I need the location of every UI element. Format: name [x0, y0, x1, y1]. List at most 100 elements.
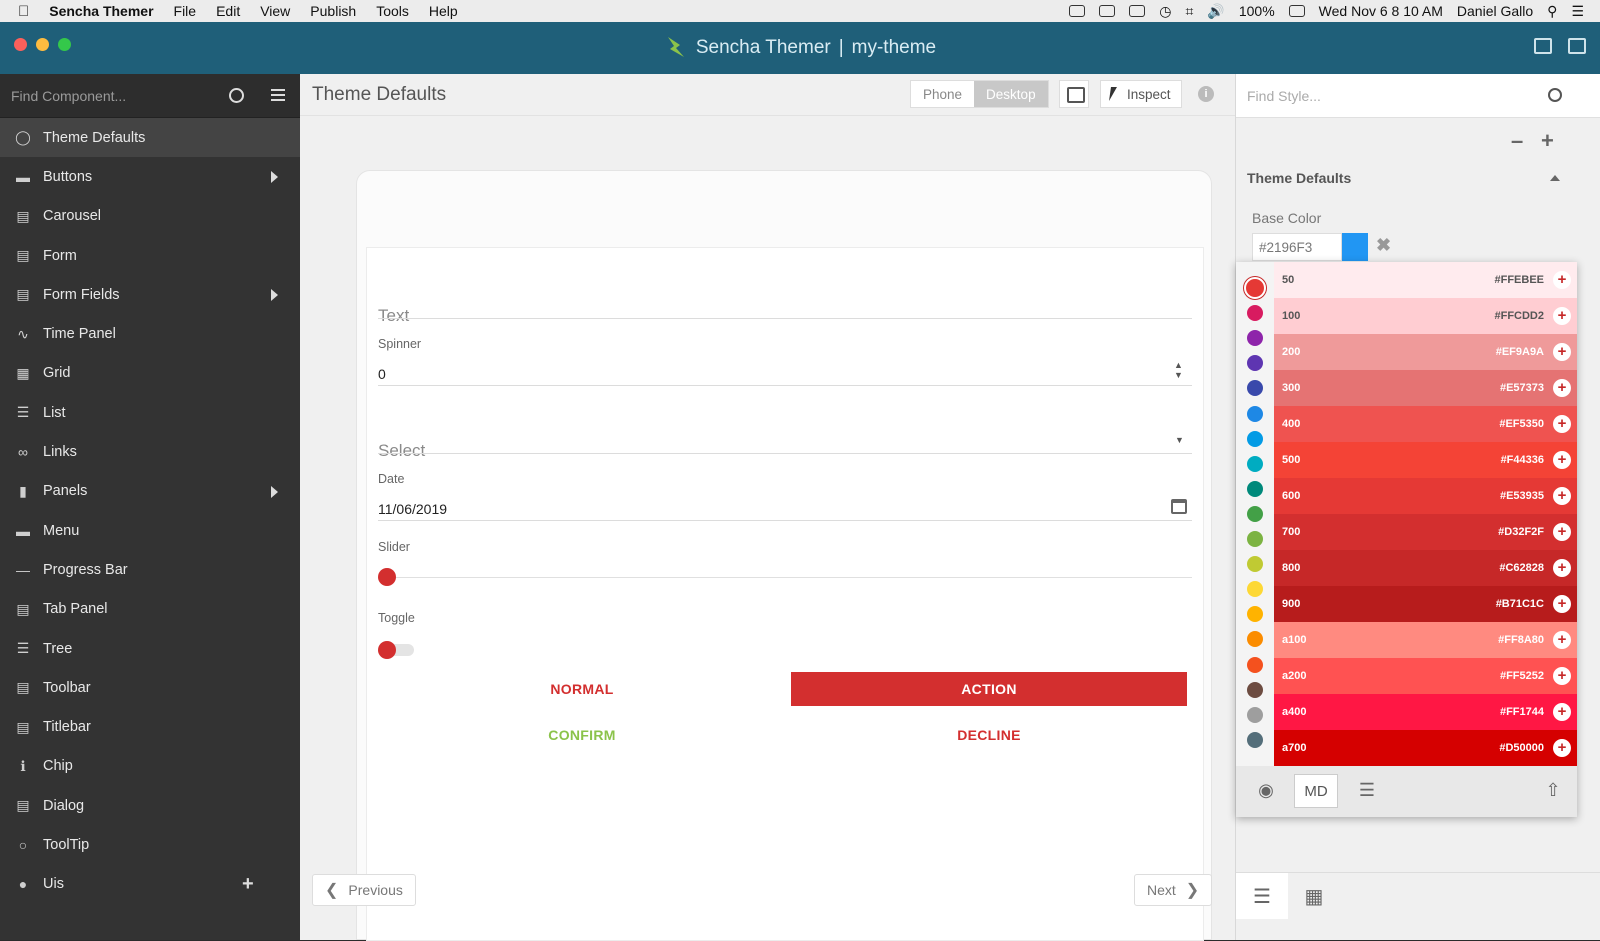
chevron-down-icon[interactable]: ▼ — [1175, 435, 1184, 445]
color-family-swatch[interactable] — [1247, 330, 1263, 347]
expand-arrow-icon[interactable] — [271, 289, 278, 302]
info-icon[interactable]: i — [1198, 86, 1214, 102]
status-icon[interactable] — [1099, 5, 1116, 17]
menu-tools[interactable]: Tools — [376, 3, 409, 19]
film-icon[interactable] — [1534, 38, 1552, 54]
expand-arrow-icon[interactable] — [271, 485, 278, 498]
add-shade-icon[interactable]: + — [1553, 343, 1571, 361]
color-family-swatch[interactable] — [1247, 305, 1263, 322]
sidebar-item-carousel[interactable]: ▤ Carousel — [0, 197, 300, 236]
calendar-icon[interactable] — [1171, 499, 1187, 514]
color-family-swatch[interactable] — [1247, 505, 1263, 522]
status-icon[interactable] — [1129, 5, 1146, 17]
add-shade-icon[interactable]: + — [1553, 667, 1571, 685]
menu-help[interactable]: Help — [429, 3, 458, 19]
battery-icon[interactable] — [1288, 5, 1305, 17]
sidebar-item-list[interactable]: ☰ List — [0, 393, 300, 432]
color-family-swatch[interactable] — [1247, 581, 1263, 598]
sidebar-item-buttons[interactable]: ▬ Buttons — [0, 157, 300, 196]
add-shade-icon[interactable]: + — [1553, 415, 1571, 433]
shade-row[interactable]: 500 #F44336 + — [1274, 442, 1577, 478]
sidebar-item-time-panel[interactable]: ∿ Time Panel — [0, 314, 300, 353]
shade-row[interactable]: 800 #C62828 + — [1274, 550, 1577, 586]
shade-row[interactable]: 600 #E53935 + — [1274, 478, 1577, 514]
shade-row[interactable]: 100 #FFCDD2 + — [1274, 298, 1577, 334]
search-icon[interactable] — [1548, 88, 1562, 102]
search-icon[interactable] — [229, 88, 244, 103]
color-family-swatch[interactable] — [1247, 405, 1263, 422]
color-family-swatch[interactable] — [1247, 631, 1263, 648]
color-family-swatch[interactable] — [1247, 681, 1263, 698]
app-menu[interactable]: Sencha Themer — [49, 3, 153, 19]
next-button[interactable]: Next ❯ — [1134, 874, 1213, 906]
material-design-button[interactable]: MD — [1294, 774, 1338, 808]
sidebar-item-progress-bar[interactable]: — Progress Bar — [0, 550, 300, 589]
style-search-input[interactable] — [1247, 87, 1547, 104]
clock[interactable]: Wed Nov 6 8 10 AM — [1319, 3, 1443, 19]
hamburger-menu-icon[interactable] — [271, 89, 285, 101]
add-shade-icon[interactable]: + — [1553, 559, 1571, 577]
collapse-all-icon[interactable]: – — [1511, 128, 1523, 154]
sidebar-item-uis[interactable]: ● Uis + — [0, 865, 300, 904]
date-input[interactable]: 11/06/2019 — [378, 501, 447, 517]
desktop-view-button[interactable]: Desktop — [974, 81, 1048, 107]
shade-row[interactable]: 200 #EF9A9A + — [1274, 334, 1577, 370]
color-family-swatch[interactable] — [1247, 430, 1263, 447]
color-family-swatch[interactable] — [1247, 731, 1263, 748]
shade-row[interactable]: 400 #EF5350 + — [1274, 406, 1577, 442]
expand-all-icon[interactable]: + — [1541, 128, 1554, 154]
shade-row[interactable]: 50 #FFEBEE + — [1274, 262, 1577, 298]
expand-arrow-icon[interactable] — [271, 171, 278, 184]
add-shade-icon[interactable]: + — [1553, 739, 1571, 757]
add-shade-icon[interactable]: + — [1553, 595, 1571, 613]
menu-view[interactable]: View — [260, 3, 290, 19]
normal-button[interactable]: NORMAL — [378, 672, 786, 706]
menu-edit[interactable]: Edit — [216, 3, 240, 19]
shade-row[interactable]: a700 #D50000 + — [1274, 730, 1577, 766]
sidebar-item-chip[interactable]: ℹ Chip — [0, 747, 300, 786]
base-color-swatch[interactable] — [1342, 233, 1368, 261]
sliders-icon[interactable]: ☰ — [1357, 781, 1377, 799]
shade-row[interactable]: 900 #B71C1C + — [1274, 586, 1577, 622]
zoom-window-button[interactable] — [58, 38, 71, 51]
color-family-swatch[interactable] — [1247, 606, 1263, 623]
sidebar-item-form-fields[interactable]: ▤ Form Fields — [0, 275, 300, 314]
color-family-swatch[interactable] — [1247, 656, 1263, 673]
shade-row[interactable]: 700 #D32F2F + — [1274, 514, 1577, 550]
sidebar-item-dialog[interactable]: ▤ Dialog — [0, 786, 300, 825]
time-machine-icon[interactable]: ◷ — [1159, 3, 1171, 20]
rotate-device-icon[interactable] — [1059, 80, 1089, 108]
shade-row[interactable]: a200 #FF5252 + — [1274, 658, 1577, 694]
apple-menu-icon[interactable]:  — [18, 3, 29, 20]
slider-thumb[interactable] — [378, 568, 396, 586]
sidebar-item-grid[interactable]: ▦ Grid — [0, 354, 300, 393]
sidebar-item-tab-panel[interactable]: ▤ Tab Panel — [0, 590, 300, 629]
component-search-input[interactable] — [11, 87, 211, 104]
spotlight-icon[interactable]: ⚲ — [1547, 3, 1557, 20]
menu-file[interactable]: File — [174, 3, 197, 19]
add-shade-icon[interactable]: + — [1553, 523, 1571, 541]
sidebar-item-tooltip[interactable]: ○ ToolTip — [0, 825, 300, 864]
clear-color-icon[interactable]: ✖ — [1376, 235, 1391, 256]
spinner-arrows-icon[interactable]: ▲ ▼ — [1174, 360, 1183, 380]
text-field[interactable]: Text — [378, 306, 409, 326]
select-field[interactable]: Select — [378, 441, 425, 461]
spinner-input[interactable]: 0 — [378, 366, 386, 382]
base-color-input[interactable] — [1252, 233, 1342, 261]
slider-track[interactable] — [378, 577, 1192, 578]
menu-publish[interactable]: Publish — [310, 3, 356, 19]
shade-row[interactable]: a100 #FF8A80 + — [1274, 622, 1577, 658]
add-shade-icon[interactable]: + — [1553, 631, 1571, 649]
wifi-icon[interactable]: ⌗ — [1186, 3, 1194, 20]
caret-up-icon[interactable] — [1550, 175, 1560, 181]
color-family-swatch[interactable] — [1247, 556, 1263, 573]
color-family-swatch[interactable] — [1244, 277, 1266, 299]
sidebar-item-tree[interactable]: ☰ Tree — [0, 629, 300, 668]
color-family-swatch[interactable] — [1247, 531, 1263, 547]
minimize-window-button[interactable] — [36, 38, 49, 51]
add-ui-icon[interactable]: + — [242, 873, 254, 896]
color-family-swatch[interactable] — [1247, 380, 1263, 397]
palette-icon[interactable]: ◉ — [1256, 781, 1276, 799]
sidebar-item-titlebar[interactable]: ▤ Titlebar — [0, 707, 300, 746]
shade-row[interactable]: 300 #E57373 + — [1274, 370, 1577, 406]
